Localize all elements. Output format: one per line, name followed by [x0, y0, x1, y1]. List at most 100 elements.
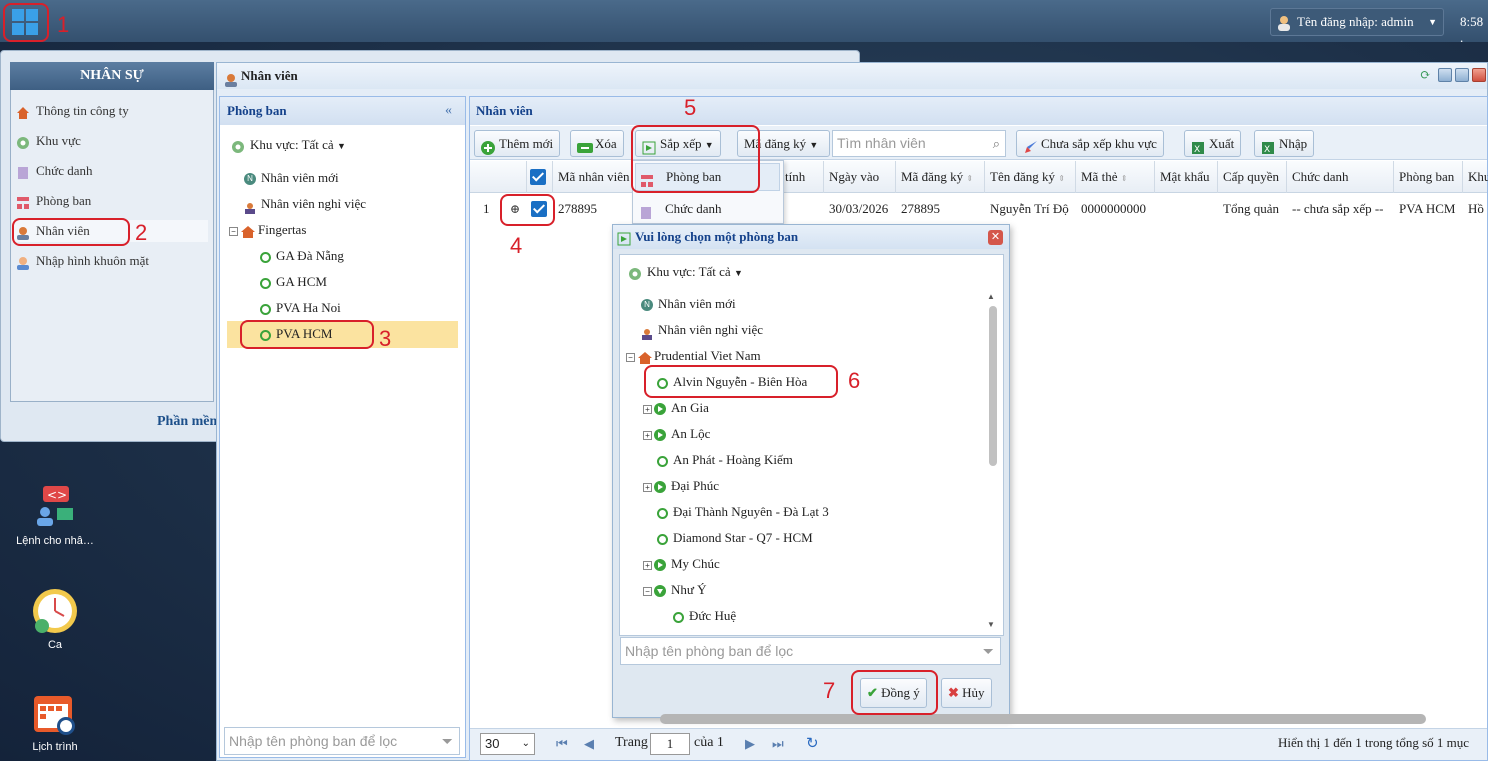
- collapse-toggle-icon[interactable]: −: [229, 226, 238, 236]
- tree-node-resigned[interactable]: Nhân viên nghỉ việc: [244, 193, 366, 215]
- pagination-summary: Hiển thị 1 đến 1 trong tổng số 1 mục: [1278, 735, 1470, 750]
- cancel-button[interactable]: ✖ Hủy: [941, 678, 992, 708]
- collapse-toggle-icon[interactable]: −: [643, 586, 652, 596]
- menu-item-company-info[interactable]: Thông tin công ty: [16, 100, 129, 122]
- desktop-icon-schedule[interactable]: Lịch trình: [10, 690, 100, 753]
- department-icon: [654, 429, 666, 442]
- dialog-tree-duc-hue[interactable]: Đức Huệ: [673, 605, 736, 627]
- column-gender[interactable]: tính: [780, 161, 824, 193]
- dialog-tree-my-chuc[interactable]: + My Chúc: [643, 553, 720, 575]
- house-icon: [16, 105, 30, 120]
- column-region[interactable]: Khu: [1463, 161, 1488, 193]
- menu-item-title[interactable]: Chức danh: [16, 160, 93, 182]
- sort-arrows-icon: ⇕: [1058, 174, 1065, 183]
- dialog-tree-diamond-star[interactable]: Diamond Star - Q7 - HCM: [657, 527, 813, 549]
- filter-icon[interactable]: ⏷: [983, 638, 994, 664]
- column-reg-name[interactable]: Tên đăng ký ⇕: [985, 161, 1076, 193]
- first-page-icon[interactable]: ⏮: [556, 736, 568, 752]
- column-job-title[interactable]: Chức danh: [1287, 161, 1394, 193]
- next-page-icon[interactable]: ▶: [745, 736, 755, 752]
- resigned-icon: [244, 199, 256, 215]
- dialog-tree-dai-thanh-nguyen[interactable]: Đại Thành Nguyên - Đà Lạt 3: [657, 501, 829, 523]
- maximize-button[interactable]: [1455, 68, 1469, 82]
- column-department[interactable]: Phòng ban: [1394, 161, 1463, 193]
- minimize-button[interactable]: [1438, 68, 1452, 82]
- dialog-tree-prudential[interactable]: − Prudential Viet Nam: [626, 345, 761, 367]
- grid-header-select-all[interactable]: [527, 161, 553, 193]
- dialog-tree-dai-phuc[interactable]: + Đại Phúc: [643, 475, 719, 497]
- id-card-icon: [16, 165, 30, 180]
- plus-icon: [481, 138, 495, 156]
- reload-icon[interactable]: ↻: [806, 736, 819, 752]
- software-link[interactable]: Phần mềm: [157, 414, 221, 430]
- dialog-close-button[interactable]: ✕: [988, 230, 1003, 245]
- menu-item-face-import[interactable]: Nhập hình khuôn mặt: [16, 250, 149, 272]
- region-filter[interactable]: Khu vực: Tất cả ▼: [231, 134, 346, 156]
- column-card-id[interactable]: Mã thẻ ⇕: [1076, 161, 1155, 193]
- scroll-up-icon[interactable]: ▲: [987, 292, 997, 302]
- map-pin-icon: [16, 135, 30, 150]
- export-button[interactable]: X Xuất: [1184, 130, 1242, 157]
- page-number-input[interactable]: 1: [650, 733, 690, 755]
- employee-search-input[interactable]: Tìm nhân viên ⌕: [832, 130, 1006, 157]
- department-filter-input[interactable]: Nhập tên phòng ban để lọc ⏷: [224, 727, 460, 755]
- dialog-tree-nhu-y[interactable]: − Như Ý: [643, 579, 707, 601]
- expand-toggle-icon[interactable]: +: [643, 482, 652, 492]
- column-reg-id[interactable]: Mã đăng ký ⇕: [896, 161, 985, 193]
- clock-icon: [33, 589, 77, 633]
- search-icon[interactable]: ⌕: [993, 131, 1000, 156]
- tree-node-new-employee[interactable]: N Nhân viên mới: [244, 167, 339, 189]
- user-menu-button[interactable]: Tên đăng nhập: admin ▼: [1270, 8, 1444, 36]
- menu-item-region[interactable]: Khu vực: [16, 130, 81, 152]
- tree-node-fingertas[interactable]: − Fingertas: [229, 219, 306, 241]
- checkbox-icon[interactable]: [530, 169, 546, 185]
- tree-node-pva-ha-noi[interactable]: PVA Ha Noi: [260, 297, 341, 319]
- collapse-icon[interactable]: «: [445, 103, 452, 119]
- dialog-tree-an-loc[interactable]: + An Lộc: [643, 423, 710, 445]
- grid-horizontal-scrollbar[interactable]: [660, 714, 1426, 724]
- page-size-select[interactable]: 30 ⌄: [480, 733, 535, 755]
- expand-toggle-icon[interactable]: +: [643, 404, 652, 414]
- expand-toggle-icon[interactable]: +: [643, 560, 652, 570]
- last-page-icon[interactable]: ⏭: [772, 736, 784, 752]
- expand-toggle-icon[interactable]: +: [643, 430, 652, 440]
- tree-node-ga-hcm[interactable]: GA HCM: [260, 271, 327, 293]
- cell-card-id: 0000000000: [1081, 201, 1146, 216]
- desktop-icon-label: Lịch trình: [32, 741, 78, 753]
- column-start-date[interactable]: Ngày vào: [824, 161, 896, 193]
- close-button[interactable]: [1472, 68, 1486, 82]
- filter-icon[interactable]: ⏷: [442, 728, 453, 754]
- sort-menu-item-title[interactable]: Chức danh: [639, 196, 722, 222]
- dialog-icon: [617, 230, 631, 246]
- collapse-toggle-icon[interactable]: −: [626, 352, 635, 362]
- tree-node-ga-da-nang[interactable]: GA Đà Nẵng: [260, 245, 344, 267]
- dialog-tree-new-employee[interactable]: N Nhân viên mới: [641, 293, 736, 315]
- unsorted-region-button[interactable]: Chưa sắp xếp khu vực: [1016, 130, 1164, 157]
- dialog-scrollbar-thumb[interactable]: [989, 306, 997, 466]
- prev-page-icon[interactable]: ◀: [584, 736, 594, 752]
- refresh-icon[interactable]: ⟳: [1420, 68, 1434, 82]
- import-button[interactable]: X Nhập: [1254, 130, 1315, 157]
- dialog-filter-input[interactable]: Nhập tên phòng ban để lọc ⏷: [620, 637, 1001, 665]
- dialog-tree-resigned[interactable]: Nhân viên nghỉ việc: [641, 319, 763, 341]
- user-icon: [1277, 14, 1291, 31]
- menu-item-department[interactable]: Phòng ban: [16, 190, 91, 212]
- dialog-tree-an-gia[interactable]: + An Gia: [643, 397, 709, 419]
- column-permission[interactable]: Cấp quyền: [1218, 161, 1287, 193]
- column-password[interactable]: Mật khẩu: [1155, 161, 1218, 193]
- desktop-icon-command[interactable]: <> Lệnh cho nhâ…: [10, 484, 100, 547]
- department-icon: [260, 277, 271, 289]
- calendar-icon: [34, 696, 75, 735]
- cell-employee-id: 278895: [558, 201, 597, 216]
- dialog-region-filter[interactable]: Khu vực: Tất cả ▼: [628, 261, 743, 283]
- add-button[interactable]: Thêm mới: [474, 130, 561, 157]
- scroll-down-icon[interactable]: ▼: [987, 620, 997, 630]
- desktop-icon-shift[interactable]: Ca: [10, 586, 100, 651]
- cell-reg-name: Nguyễn Trí Độ: [990, 201, 1069, 216]
- sort-arrows-icon: ⇕: [966, 174, 974, 183]
- dialog-tree-an-phat[interactable]: An Phát - Hoàng Kiếm: [657, 449, 793, 471]
- column-employee-id[interactable]: Mã nhân viên: [553, 161, 634, 193]
- caret-down-icon: ▼: [733, 268, 743, 278]
- delete-button[interactable]: Xóa: [570, 130, 624, 157]
- face-icon: [16, 255, 30, 271]
